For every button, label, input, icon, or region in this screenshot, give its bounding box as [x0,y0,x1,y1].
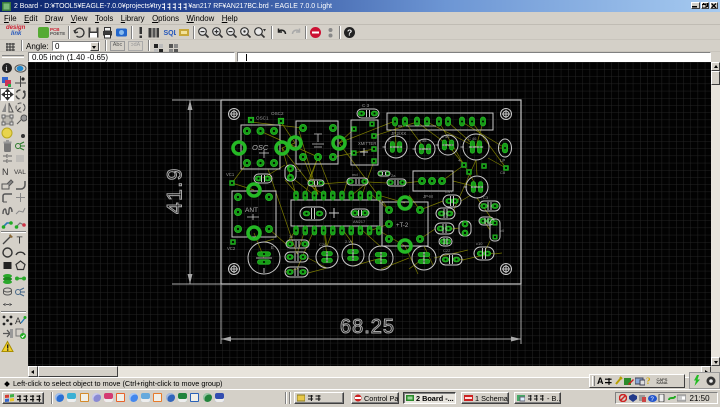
svg-text:OSC1: OSC1 [256,116,269,121]
svg-text:A: A [15,316,21,326]
svg-text:VAL: VAL [14,169,26,176]
svg-text:VC1: VC1 [226,172,235,177]
svg-text:2-W: 2-W [345,239,353,244]
svg-text:C20: C20 [319,242,327,247]
svg-text:3k: 3k [289,234,293,239]
svg-text:C3: C3 [483,195,489,200]
svg-text:68.25: 68.25 [340,316,395,338]
svg-text:XMITTER: XMITTER [358,141,376,146]
svg-text:AN217: AN217 [353,219,366,224]
svg-text:+: + [458,158,461,164]
svg-text:OSC: OSC [252,143,269,152]
svg-text:VC2: VC2 [227,246,236,251]
svg-text:C9: C9 [296,168,302,173]
svg-text:C4?: C4? [445,189,453,194]
svg-text:md: md [352,172,358,177]
svg-text:2a: 2a [391,173,396,178]
svg-text:C: C [388,138,391,143]
svg-text:T: T [17,236,23,247]
svg-text:C 46: C 46 [441,134,450,139]
svg-text:c10: c10 [476,241,483,246]
svg-text:C22: C22 [443,248,451,253]
svg-text:+T-2: +T-2 [396,223,409,229]
svg-text:?: ? [646,376,651,386]
svg-text:JP2/XX: JP2/XX [391,131,406,136]
svg-text:N: N [2,167,9,177]
svg-text:41.9: 41.9 [164,167,187,214]
svg-text:C 3: C 3 [362,103,370,108]
svg-text:ANT: ANT [245,207,258,214]
svg-text:C8: C8 [500,170,506,175]
svg-text:SQL: SQL [164,30,177,37]
svg-text:LP: LP [500,158,505,163]
svg-text:C 46: C 46 [468,136,477,141]
svg-text:JP-M: JP-M [423,194,433,199]
svg-text:?: ? [347,28,352,38]
svg-text:C 45: C 45 [418,138,427,143]
svg-text:OSC2: OSC2 [271,111,284,116]
svg-text:E: E [271,245,274,250]
